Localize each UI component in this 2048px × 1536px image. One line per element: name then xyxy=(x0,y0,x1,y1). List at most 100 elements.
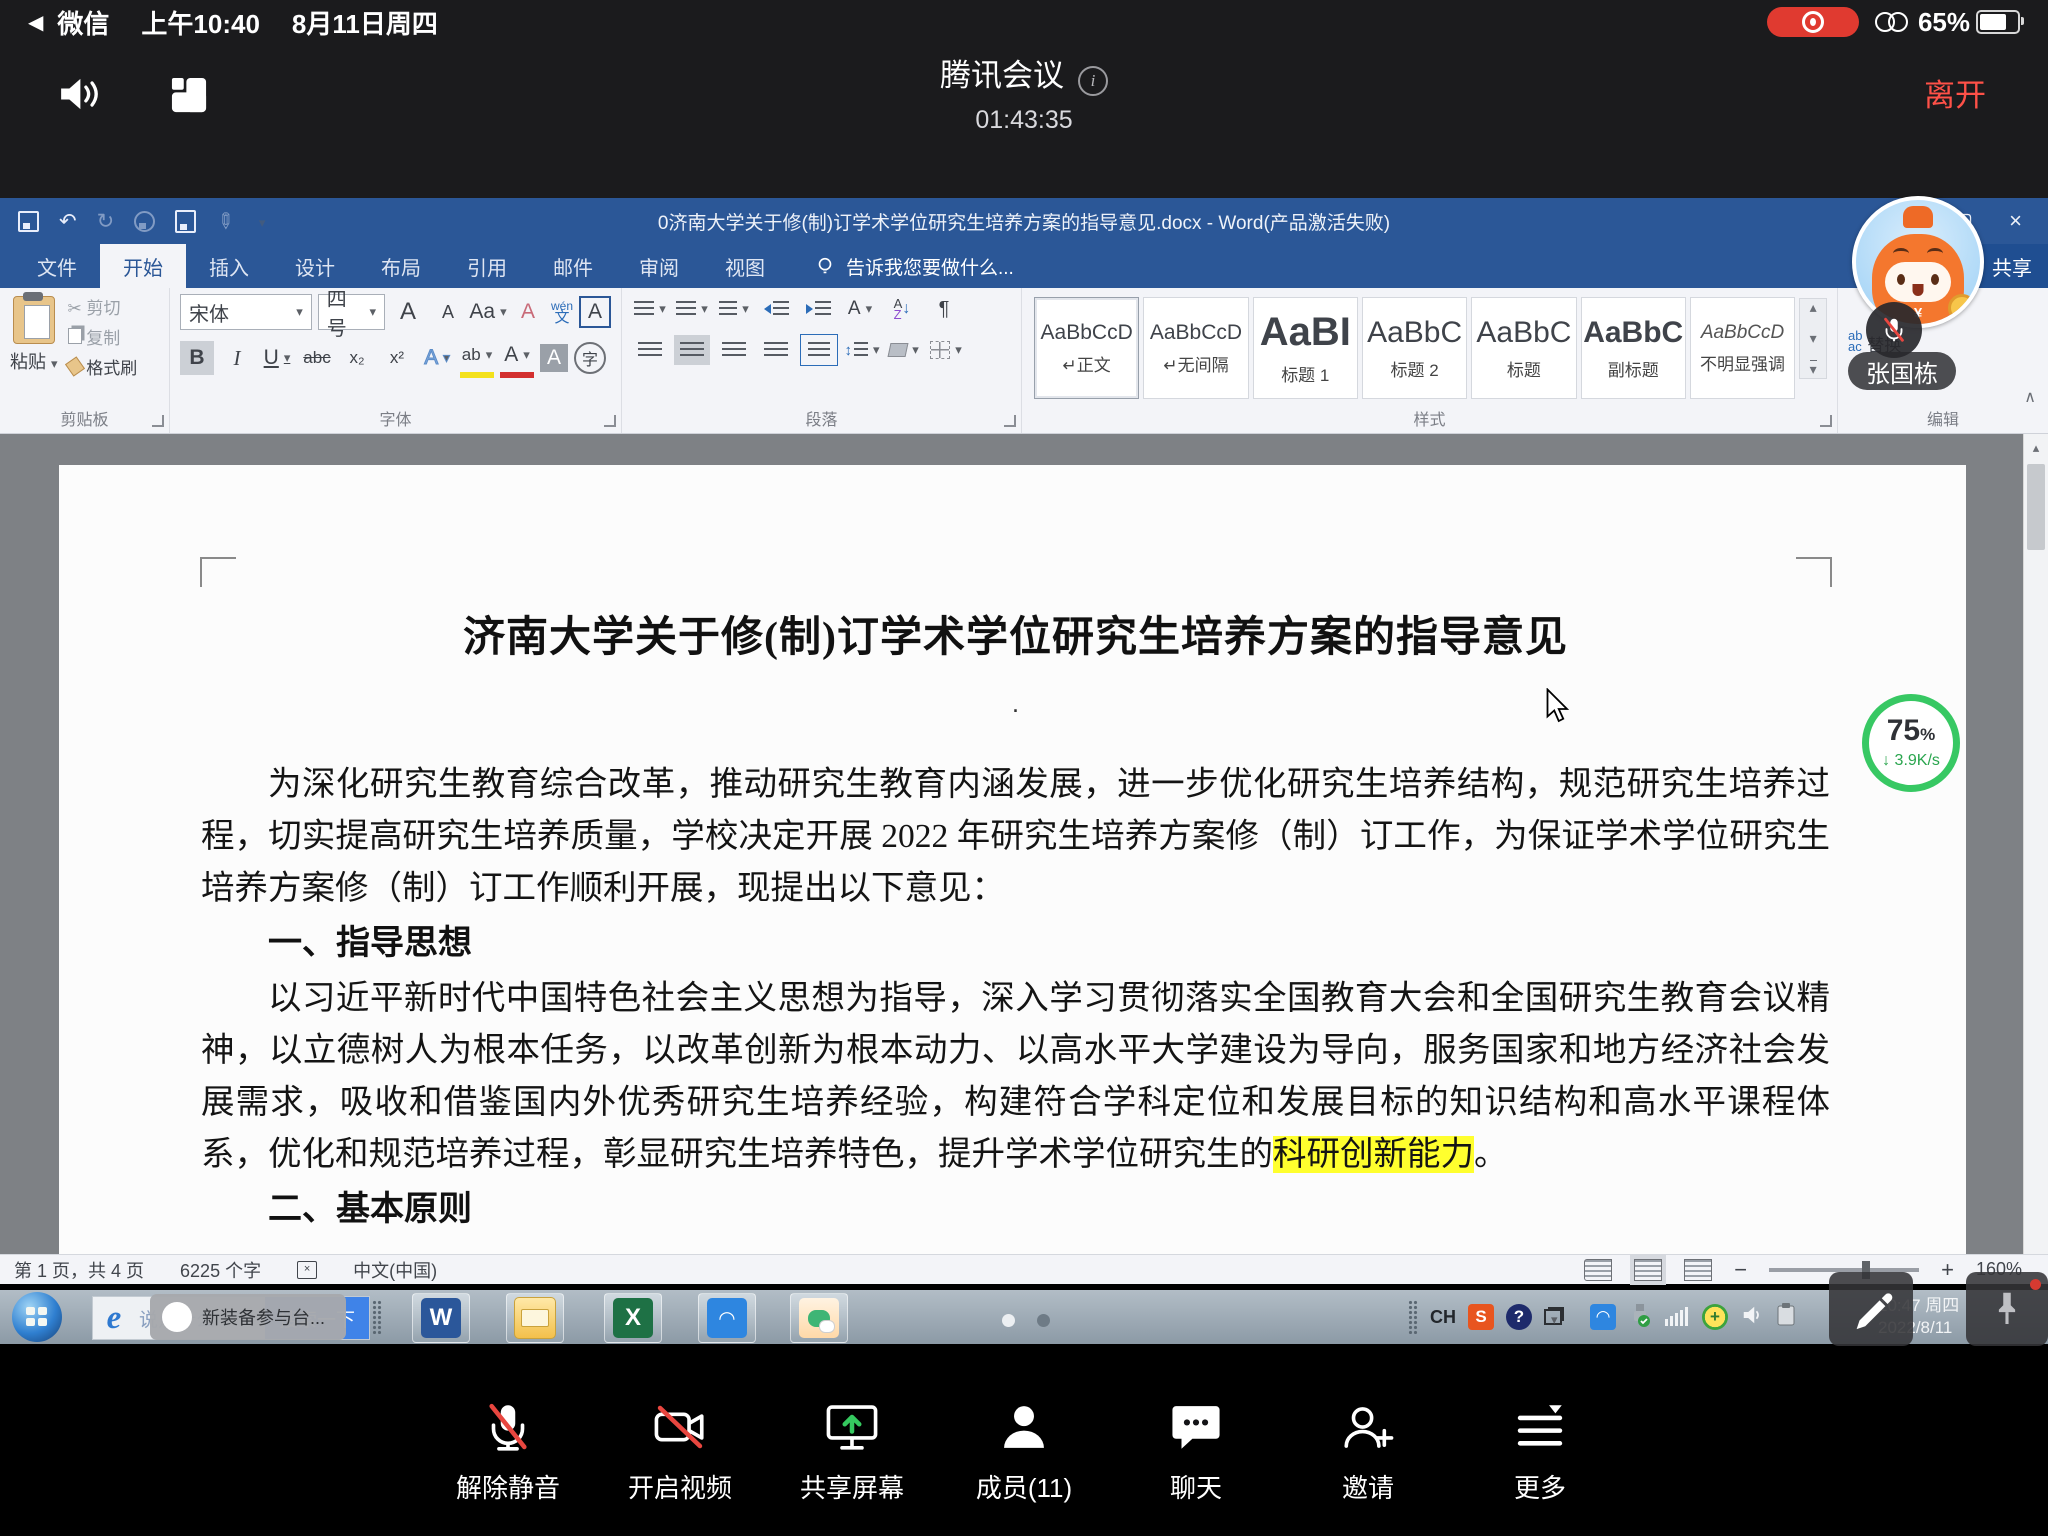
internet-explorer-icon[interactable]: e xyxy=(93,1297,135,1339)
annotation-tool-button[interactable] xyxy=(1829,1272,1913,1346)
grow-font-button[interactable]: A xyxy=(391,295,425,329)
tab-view[interactable]: 视图 xyxy=(702,244,788,288)
clipboard-dialog-launcher[interactable] xyxy=(152,415,164,427)
pen-icon[interactable]: ✎ xyxy=(210,206,240,236)
zoom-out-icon[interactable]: − xyxy=(1734,1257,1747,1283)
styles-dialog-launcher[interactable] xyxy=(1820,415,1832,427)
tray-volume-icon[interactable] xyxy=(1740,1303,1764,1332)
tray-meeting-icon[interactable]: ◠ xyxy=(1590,1304,1616,1330)
tab-references[interactable]: 引用 xyxy=(444,244,530,288)
style-no-spacing[interactable]: AaBbCcD↵无间隔 xyxy=(1143,297,1248,399)
chat-button[interactable]: 聊天 xyxy=(1122,1398,1270,1505)
start-button[interactable] xyxy=(12,1292,62,1342)
style-heading1[interactable]: AaBI标题 1 xyxy=(1253,297,1358,399)
network-signal-icon[interactable] xyxy=(1664,1303,1690,1332)
taskbar-wechat[interactable] xyxy=(790,1293,848,1343)
undo-icon[interactable]: ↶ xyxy=(59,209,77,234)
qat-customize-icon[interactable] xyxy=(254,209,266,233)
superscript-button[interactable]: x² xyxy=(380,341,414,375)
align-left-button[interactable] xyxy=(632,335,668,365)
multilevel-list-button[interactable] xyxy=(716,294,752,324)
back-to-app-label[interactable]: 微信 xyxy=(57,4,109,41)
scroll-up-icon[interactable]: ▴ xyxy=(2024,440,2048,456)
taskbar-explorer[interactable] xyxy=(506,1293,564,1343)
zoom-slider[interactable] xyxy=(1769,1268,1919,1272)
paragraph-dialog-launcher[interactable] xyxy=(1004,415,1016,427)
presenter-avatar[interactable]: ¥ xyxy=(1852,196,1984,328)
share-screen-button[interactable]: 共享屏幕 xyxy=(778,1398,926,1505)
enclose-characters-button[interactable]: 字 xyxy=(574,342,606,374)
style-title[interactable]: AaBbC标题 xyxy=(1471,297,1576,399)
style-subtitle[interactable]: AaBbC副标题 xyxy=(1581,297,1686,399)
highlight-color-button[interactable]: ab xyxy=(460,338,494,378)
styles-scroll[interactable]: ▴▾▾ xyxy=(1799,298,1827,379)
tray-language[interactable]: CH xyxy=(1430,1307,1456,1328)
back-to-app-icon[interactable]: ◀ xyxy=(28,10,43,35)
tab-layout[interactable]: 布局 xyxy=(358,244,444,288)
restore-windows-icon[interactable] xyxy=(1544,1309,1562,1325)
new-document-icon[interactable] xyxy=(175,210,196,233)
distribute-button[interactable] xyxy=(800,334,838,366)
shrink-font-button[interactable]: A xyxy=(431,295,465,329)
paste-button[interactable]: 粘贴 xyxy=(10,294,58,374)
copy-button[interactable]: 复制 xyxy=(68,324,138,354)
read-mode-icon[interactable] xyxy=(1584,1259,1612,1281)
leave-meeting-button[interactable]: 离开 xyxy=(1924,70,1986,115)
touch-mode-icon[interactable] xyxy=(134,211,155,232)
change-case-button[interactable]: Aa xyxy=(471,295,505,329)
tab-design[interactable]: 设计 xyxy=(272,244,358,288)
numbering-button[interactable] xyxy=(674,294,710,324)
redo-icon[interactable]: ↻ xyxy=(97,209,115,234)
character-border-button[interactable]: A xyxy=(579,296,611,328)
more-button[interactable]: 更多 xyxy=(1466,1398,1614,1505)
taskbar-meeting-app[interactable]: ◠ xyxy=(698,1293,756,1343)
meeting-info-icon[interactable]: i xyxy=(1078,66,1108,96)
tab-review[interactable]: 审阅 xyxy=(616,244,702,288)
borders-button[interactable] xyxy=(928,335,964,365)
pin-button[interactable] xyxy=(1966,1272,2048,1346)
text-effects-button[interactable]: A xyxy=(420,341,454,375)
document-page[interactable]: 济南大学关于修(制)订学术学位研究生培养方案的指导意见 . 为深化研究生教育综合… xyxy=(59,465,1966,1254)
bold-button[interactable]: B xyxy=(180,341,214,375)
invite-button[interactable]: 邀请 xyxy=(1294,1398,1442,1505)
justify-button[interactable] xyxy=(758,335,794,365)
screen-recording-indicator[interactable] xyxy=(1767,7,1859,37)
sort-button[interactable]: AZ↓ xyxy=(884,294,920,324)
notification-toast[interactable]: 新装备参与台... xyxy=(150,1294,346,1340)
tab-file[interactable]: 文件 xyxy=(14,244,100,288)
format-painter-button[interactable]: 格式刷 xyxy=(68,354,138,384)
vertical-scrollbar[interactable]: ▴ xyxy=(2023,434,2048,1254)
web-layout-icon[interactable] xyxy=(1684,1259,1712,1281)
subscript-button[interactable]: x₂ xyxy=(340,341,374,375)
language-indicator[interactable]: 中文(中国) xyxy=(353,1257,437,1283)
phonetic-guide-button[interactable]: wén文 xyxy=(551,300,573,324)
style-normal[interactable]: AaBbCcD↵正文 xyxy=(1034,297,1139,399)
help-icon[interactable]: ? xyxy=(1506,1304,1532,1330)
scrollbar-thumb[interactable] xyxy=(2027,464,2045,550)
style-heading2[interactable]: AaBbC标题 2 xyxy=(1362,297,1467,399)
italic-button[interactable]: I xyxy=(220,341,254,375)
collapse-ribbon-icon[interactable]: ∧ xyxy=(2024,387,2036,407)
close-window-icon[interactable]: × xyxy=(2009,208,2022,234)
tell-me-box[interactable]: 告诉我您要做什么... xyxy=(814,244,1014,288)
show-hide-marks-button[interactable]: ¶ xyxy=(926,294,962,324)
clear-formatting-button[interactable]: A xyxy=(511,295,545,329)
save-icon[interactable] xyxy=(18,211,39,232)
font-size-select[interactable]: 四号 xyxy=(318,294,385,330)
start-video-button[interactable]: 开启视频 xyxy=(606,1398,754,1505)
page-indicator[interactable]: 第 1 页，共 4 页 xyxy=(14,1257,144,1283)
line-spacing-button[interactable]: ↕ xyxy=(844,335,880,365)
safety-icon[interactable]: + xyxy=(1702,1304,1728,1330)
tab-home[interactable]: 开始 xyxy=(100,244,186,288)
unmute-button[interactable]: 解除静音 xyxy=(434,1398,582,1505)
font-color-button[interactable]: A xyxy=(500,338,534,378)
usb-safely-remove-icon[interactable] xyxy=(1628,1302,1652,1333)
tab-mailings[interactable]: 邮件 xyxy=(530,244,616,288)
sogou-icon[interactable]: S xyxy=(1468,1304,1494,1330)
proofing-icon[interactable]: × xyxy=(297,1261,317,1279)
print-layout-icon[interactable] xyxy=(1634,1259,1662,1281)
increase-indent-button[interactable] xyxy=(800,294,836,324)
zoom-in-icon[interactable]: + xyxy=(1941,1257,1954,1283)
style-subtle-emphasis[interactable]: AaBbCcD不明显强调 xyxy=(1690,297,1795,399)
align-center-button[interactable] xyxy=(674,335,710,365)
